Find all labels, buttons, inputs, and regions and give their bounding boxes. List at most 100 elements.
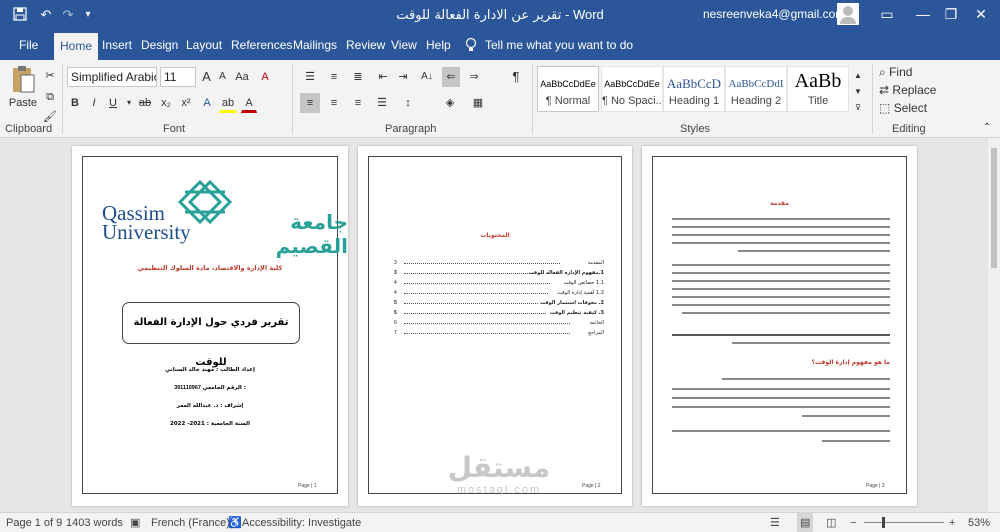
tab-home[interactable]: Home bbox=[54, 33, 99, 60]
tab-insert[interactable]: Insert bbox=[102, 30, 132, 60]
select-button[interactable]: ⬚ Select bbox=[878, 98, 938, 118]
toc-page: 5 bbox=[394, 310, 397, 316]
page-intro[interactable]: مقدمة ما هو مفهوم إدارة الوقت؟ Page | 3 bbox=[642, 146, 917, 506]
tab-mailings[interactable]: Mailings bbox=[293, 30, 337, 60]
justify-icon[interactable]: ☰ bbox=[372, 93, 392, 113]
toc-title: المقدمة bbox=[587, 260, 604, 266]
tab-design[interactable]: Design bbox=[141, 30, 178, 60]
font-color-button[interactable]: A bbox=[241, 93, 257, 113]
toc-row[interactable]: 4 1.1 خصائص الوقت bbox=[394, 280, 604, 286]
multilevel-list-icon[interactable]: ≣ bbox=[348, 67, 368, 87]
style-title[interactable]: AaBb Title bbox=[787, 66, 849, 112]
tab-help[interactable]: Help bbox=[426, 30, 451, 60]
change-case-button[interactable]: Aa bbox=[232, 67, 252, 87]
replace-button[interactable]: ⇄ Replace bbox=[878, 80, 938, 100]
word-count[interactable]: 1403 words bbox=[66, 513, 123, 532]
clear-formatting-button[interactable]: A bbox=[256, 67, 274, 87]
accessibility-status[interactable]: Accessibility: Investigate bbox=[242, 513, 361, 532]
account-email[interactable]: nesreenveka4@gmail.com bbox=[703, 0, 845, 28]
page-count[interactable]: Page 1 of 9 bbox=[6, 513, 62, 532]
shading-icon[interactable]: ◈ bbox=[440, 93, 460, 113]
status-bar: Page 1 of 9 1403 words ▣ French (France)… bbox=[0, 512, 1000, 532]
paste-button[interactable]: Paste bbox=[6, 64, 40, 120]
cut-icon[interactable]: ✂ bbox=[42, 66, 58, 86]
find-button[interactable]: ⌕ Find bbox=[878, 62, 938, 82]
language[interactable]: French (France) bbox=[151, 513, 230, 532]
increase-indent-icon[interactable]: ⇥ bbox=[394, 67, 412, 87]
tab-layout[interactable]: Layout bbox=[186, 30, 222, 60]
university-id-label: الرقم الجامعي : bbox=[202, 385, 246, 391]
zoom-out-button[interactable]: − bbox=[850, 513, 856, 532]
shrink-font-button[interactable]: A bbox=[215, 67, 230, 87]
toc-title: 1.مفهوم الإدارة الفعالة للوقت bbox=[528, 270, 604, 276]
font-size-select[interactable]: 11 bbox=[160, 67, 196, 87]
style-name: Heading 2 bbox=[730, 95, 782, 107]
divider bbox=[872, 64, 873, 134]
tell-me-search[interactable]: Tell me what you want to do bbox=[485, 30, 633, 60]
toc-row[interactable]: 6 الخاتمة bbox=[394, 320, 604, 326]
tab-file[interactable]: File bbox=[19, 30, 38, 60]
avatar[interactable] bbox=[837, 3, 859, 25]
style-heading-2[interactable]: AaBbCcDdI Heading 2 bbox=[725, 66, 787, 112]
zoom-level[interactable]: 53% bbox=[968, 513, 990, 532]
underline-dropdown-icon[interactable]: ▾ bbox=[124, 93, 134, 113]
rtl-direction-icon[interactable]: ⇐ bbox=[442, 67, 460, 87]
zoom-in-button[interactable]: + bbox=[949, 513, 955, 532]
watermark-url: mostaql.com bbox=[456, 484, 542, 496]
numbering-icon[interactable]: ≡ bbox=[324, 67, 344, 87]
bold-button[interactable]: B bbox=[67, 93, 83, 113]
highlight-button[interactable]: ab bbox=[219, 93, 237, 113]
web-layout-icon[interactable]: ◫ bbox=[826, 513, 836, 532]
toc-row[interactable]: 7 المراجع bbox=[394, 330, 604, 336]
copy-icon[interactable]: ⧉ bbox=[42, 87, 58, 107]
subscript-button[interactable]: x₂ bbox=[157, 93, 175, 113]
page-cover[interactable]: Qassim University جامعة القصيم كلية الإد… bbox=[72, 146, 348, 506]
show-formatting-button[interactable]: ¶ bbox=[508, 67, 524, 87]
font-family-select[interactable]: Simplified Arabic bbox=[67, 67, 157, 87]
scrollbar-thumb[interactable] bbox=[991, 148, 997, 268]
ltr-direction-icon[interactable]: ⇒ bbox=[465, 67, 483, 87]
style-sample: AaBb bbox=[794, 70, 842, 92]
grow-font-button[interactable]: A bbox=[199, 67, 214, 87]
strikethrough-button[interactable]: ab bbox=[136, 93, 154, 113]
italic-button[interactable]: I bbox=[86, 93, 102, 113]
focus-mode-icon[interactable]: ☰ bbox=[770, 513, 780, 532]
bullets-icon[interactable]: ☰ bbox=[300, 67, 320, 87]
style-normal[interactable]: AaBbCcDdEe ¶ Normal bbox=[537, 66, 599, 112]
document-canvas[interactable]: Qassim University جامعة القصيم كلية الإد… bbox=[0, 138, 1000, 512]
line-spacing-icon[interactable]: ↕ bbox=[398, 93, 418, 113]
section-heading: ما هو مفهوم إدارة الوقت؟ bbox=[811, 359, 890, 366]
print-layout-icon[interactable]: ▤ bbox=[797, 513, 814, 532]
text-effects-button[interactable]: A bbox=[199, 93, 215, 113]
superscript-button[interactable]: x² bbox=[177, 93, 195, 113]
toc-row[interactable]: 3 المقدمة bbox=[394, 260, 604, 266]
decrease-indent-icon[interactable]: ⇤ bbox=[374, 67, 392, 87]
align-left-icon[interactable]: ≡ bbox=[300, 93, 320, 113]
toc-row[interactable]: 4 1.2 أهمية إدارة الوقت bbox=[394, 290, 604, 296]
borders-icon[interactable]: ▦ bbox=[468, 93, 488, 113]
proofing-icon[interactable]: ▣ bbox=[130, 513, 140, 532]
tab-review[interactable]: Review bbox=[346, 30, 385, 60]
vertical-scrollbar[interactable] bbox=[988, 138, 1000, 512]
title-box: تقرير فردي حول الإدارة الفعالة للوقت bbox=[122, 302, 300, 368]
toc-row[interactable]: 5 2. معوقات استثمار الوقت bbox=[394, 300, 604, 306]
close-button[interactable]: ✕ bbox=[958, 0, 1000, 30]
style-no-spacing[interactable]: AaBbCcDdEe ¶ No Spaci... bbox=[601, 66, 663, 112]
tab-view[interactable]: View bbox=[391, 30, 417, 60]
style-name: ¶ No Spaci... bbox=[602, 95, 662, 107]
tab-references[interactable]: References bbox=[231, 30, 292, 60]
collapse-ribbon-icon[interactable]: ⌃ bbox=[980, 118, 994, 138]
align-right-icon[interactable]: ≡ bbox=[348, 93, 368, 113]
style-heading-1[interactable]: AaBbCcD Heading 1 bbox=[663, 66, 725, 112]
accessibility-icon: ♿ bbox=[228, 517, 242, 529]
sort-button[interactable]: A↓ bbox=[418, 67, 436, 87]
styles-more-icon[interactable]: ⊽ bbox=[852, 98, 864, 118]
underline-button[interactable]: U bbox=[105, 93, 121, 113]
toc-row[interactable]: 5 3. كيفية تنظيم الوقت bbox=[394, 310, 604, 316]
toc-row[interactable]: 3 1.مفهوم الإدارة الفعالة للوقت bbox=[394, 270, 604, 276]
toc-title: 1.1 خصائص الوقت bbox=[563, 280, 604, 286]
align-center-icon[interactable]: ≡ bbox=[324, 93, 344, 113]
document-title: تقرير عن الادارة الفعالة للوقت bbox=[396, 8, 562, 23]
zoom-slider-thumb[interactable] bbox=[882, 517, 886, 528]
zoom-slider[interactable] bbox=[864, 517, 944, 528]
